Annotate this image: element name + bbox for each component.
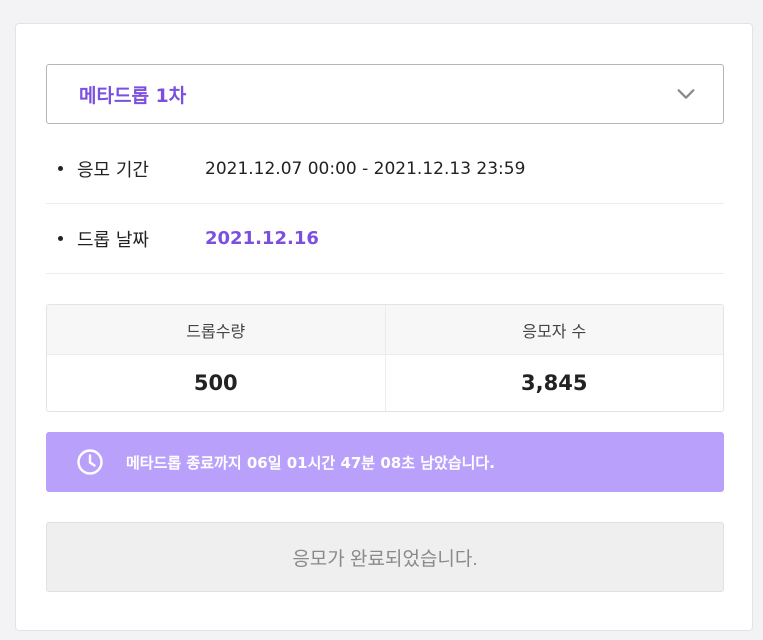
application-period-value: 2021.12.07 00:00 - 2021.12.13 23:59 (205, 158, 526, 179)
drop-card: 메타드롭 1차 응모 기간 2021.12.07 00:00 - 2021.12… (15, 23, 753, 631)
drop-quantity-header: 드롭수량 (47, 305, 385, 355)
application-period-row: 응모 기간 2021.12.07 00:00 - 2021.12.13 23:5… (46, 134, 724, 204)
bullet (58, 166, 63, 171)
applicants-column: 응모자 수 3,845 (384, 305, 723, 411)
countdown-text: 메타드롭 종료까지 06일 01시간 47분 08초 남았습니다. (126, 453, 495, 472)
drop-stats-table: 드롭수량 500 응모자 수 3,845 (46, 304, 724, 412)
bullet (58, 236, 63, 241)
chevron-down-icon (677, 89, 695, 99)
drop-round-select[interactable]: 메타드롭 1차 (46, 64, 724, 124)
applicants-header: 응모자 수 (385, 305, 723, 355)
drop-date-value: 2021.12.16 (205, 228, 319, 249)
drop-quantity-column: 드롭수량 500 (47, 305, 385, 411)
countdown-banner: 메타드롭 종료까지 06일 01시간 47분 08초 남았습니다. (46, 432, 724, 492)
applicants-value: 3,845 (521, 371, 588, 395)
application-complete-button[interactable]: 응모가 완료되었습니다. (46, 522, 724, 592)
drop-quantity-value: 500 (193, 371, 238, 395)
clock-icon (77, 449, 103, 475)
drop-date-label: 드롭 날짜 (77, 229, 149, 251)
application-period-label: 응모 기간 (77, 159, 149, 181)
drop-round-selected-value: 메타드롭 1차 (79, 84, 187, 107)
drop-date-row: 드롭 날짜 2021.12.16 (46, 204, 724, 274)
